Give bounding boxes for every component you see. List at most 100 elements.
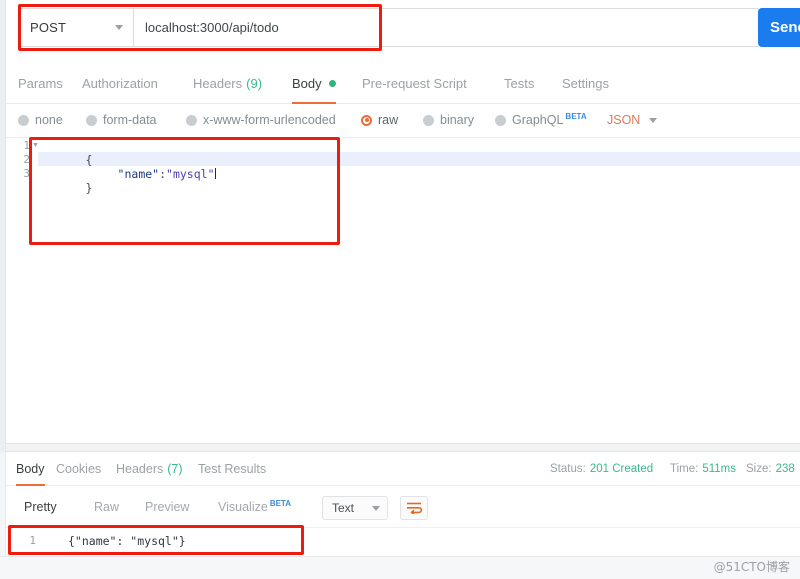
request-url-input[interactable]: localhost:3000/api/todo [133, 8, 760, 47]
tab-settings[interactable]: Settings [562, 62, 609, 104]
body-type-x-www-form-urlencoded-label: x-www-form-urlencoded [203, 113, 336, 127]
body-type-graphql[interactable]: GraphQL BETA [495, 104, 587, 136]
tab-params-label: Params [18, 75, 63, 91]
response-tab-test-results-label: Test Results [198, 462, 267, 476]
response-pane-divider[interactable] [6, 443, 800, 452]
response-tab-cookies[interactable]: Cookies [56, 452, 101, 486]
chevron-down-icon [372, 505, 380, 511]
tab-pre-request-script-label: Pre-request Script [362, 75, 467, 91]
time-value: 511ms [702, 463, 736, 475]
response-tab-headers-label: Headers [116, 462, 164, 476]
response-format-select[interactable]: Text [322, 496, 388, 520]
editor-line-2: "name":"mysql" [76, 153, 216, 181]
editor-line-1: { [44, 139, 93, 167]
status-value: 201 Created [589, 463, 654, 475]
status-label: Status: [550, 463, 586, 475]
word-wrap-toggle-button[interactable] [400, 496, 428, 520]
tab-tests-label: Tests [504, 75, 535, 91]
tab-headers-label: Headers [193, 75, 243, 91]
response-tab-body-active-underline [16, 484, 45, 486]
response-tab-cookies-label: Cookies [56, 462, 102, 476]
response-footer-bar [0, 556, 800, 579]
body-type-none-label: none [35, 113, 63, 127]
request-tab-bar: Params Authorization Headers (9) Body Pr… [6, 62, 800, 104]
editor-gutter: 1 ▼ 2 3 [6, 138, 41, 442]
response-status: Status: 201 Created [550, 452, 653, 486]
http-method-select[interactable]: POST [18, 8, 133, 47]
tab-body-label: Body [292, 75, 322, 91]
response-size: Size: 238 [746, 452, 795, 486]
response-view-raw[interactable]: Raw [94, 487, 119, 527]
tab-headers-count: (9) [246, 75, 263, 91]
send-button[interactable]: Send [758, 8, 800, 47]
size-label: Size: [746, 463, 772, 475]
editor-line-2-key: "name" [117, 167, 160, 181]
body-type-form-data-label: form-data [103, 113, 157, 127]
text-cursor [214, 168, 216, 179]
tab-settings-label: Settings [562, 75, 609, 91]
radio-form-data-icon [86, 114, 97, 126]
radio-graphql-icon [495, 114, 506, 126]
body-type-raw[interactable]: raw [361, 104, 398, 136]
fold-arrow-icon[interactable]: ▼ [32, 139, 41, 153]
response-format-label: Text [332, 501, 355, 515]
response-view-preview[interactable]: Preview [145, 487, 189, 527]
response-line-number: 1 [29, 534, 36, 547]
response-view-visualize[interactable]: Visualize BETA [218, 487, 291, 527]
body-type-binary-label: binary [440, 113, 475, 127]
chevron-down-icon [115, 25, 123, 30]
chevron-down-icon [649, 117, 658, 123]
time-label: Time: [670, 463, 699, 475]
postman-window: POST localhost:3000/api/todo Send Params… [0, 0, 800, 579]
tab-authorization-label: Authorization [82, 75, 158, 91]
response-view-toolbar: Pretty Raw Preview Visualize BETA Text [6, 487, 800, 527]
http-method-label: POST [30, 20, 67, 35]
response-view-preview-label: Preview [145, 500, 190, 514]
tab-body[interactable]: Body [292, 62, 336, 104]
radio-none-icon [18, 114, 29, 126]
body-format-select[interactable]: JSON [607, 104, 658, 136]
response-view-visualize-label: Visualize [218, 500, 268, 514]
visualize-beta-badge: BETA [269, 498, 291, 508]
radio-urlencoded-icon [186, 114, 197, 126]
watermark-label: @51CTO博客 [713, 560, 790, 574]
response-body-viewer[interactable]: 1 {"name": "mysql"} [6, 527, 800, 555]
line-number: 3 [23, 167, 30, 180]
body-type-raw-label: raw [378, 113, 399, 127]
url-row: POST localhost:3000/api/todo [18, 8, 760, 47]
response-tab-bar: Body Cookies Headers (7) Test Results St… [6, 452, 800, 486]
body-type-form-data[interactable]: form-data [86, 104, 157, 136]
graphql-beta-badge: BETA [565, 111, 587, 121]
size-value: 238 [775, 463, 795, 475]
response-tab-test-results[interactable]: Test Results [198, 452, 266, 486]
radio-binary-icon [423, 114, 434, 126]
tab-tests[interactable]: Tests [504, 62, 534, 104]
editor-line-2-value: "mysql" [166, 167, 215, 181]
body-format-label: JSON [607, 113, 641, 127]
tab-headers[interactable]: Headers (9) [193, 62, 262, 104]
body-type-none[interactable]: none [18, 104, 63, 136]
response-tab-body-label: Body [16, 462, 45, 476]
request-body-editor[interactable]: 1 ▼ 2 3 { "name":"mysql" } [6, 137, 800, 442]
response-tab-body[interactable]: Body [16, 452, 45, 486]
response-view-pretty[interactable]: Pretty [24, 487, 57, 527]
response-tab-headers[interactable]: Headers (7) [116, 452, 183, 486]
editor-line-3-text: } [85, 181, 93, 195]
line-number: 2 [23, 153, 30, 166]
line-number: 1 [23, 139, 30, 152]
editor-line-2-colon: : [159, 167, 167, 181]
response-time: Time: 511ms [670, 452, 736, 486]
radio-raw-selected-icon [361, 114, 372, 126]
tab-params[interactable]: Params [18, 62, 63, 104]
request-url-bar: POST localhost:3000/api/todo Send [6, 0, 800, 55]
response-view-pretty-label: Pretty [24, 500, 57, 514]
body-type-binary[interactable]: binary [423, 104, 474, 136]
tab-authorization[interactable]: Authorization [82, 62, 158, 104]
body-type-x-www-form-urlencoded[interactable]: x-www-form-urlencoded [186, 104, 336, 136]
tab-pre-request-script[interactable]: Pre-request Script [362, 62, 467, 104]
unsaved-indicator-dot-icon [328, 79, 336, 87]
editor-line-3: } [44, 167, 93, 195]
body-type-graphql-label: GraphQL [512, 113, 564, 127]
body-type-row: none form-data x-www-form-urlencoded raw… [6, 104, 800, 136]
word-wrap-icon [407, 502, 422, 514]
